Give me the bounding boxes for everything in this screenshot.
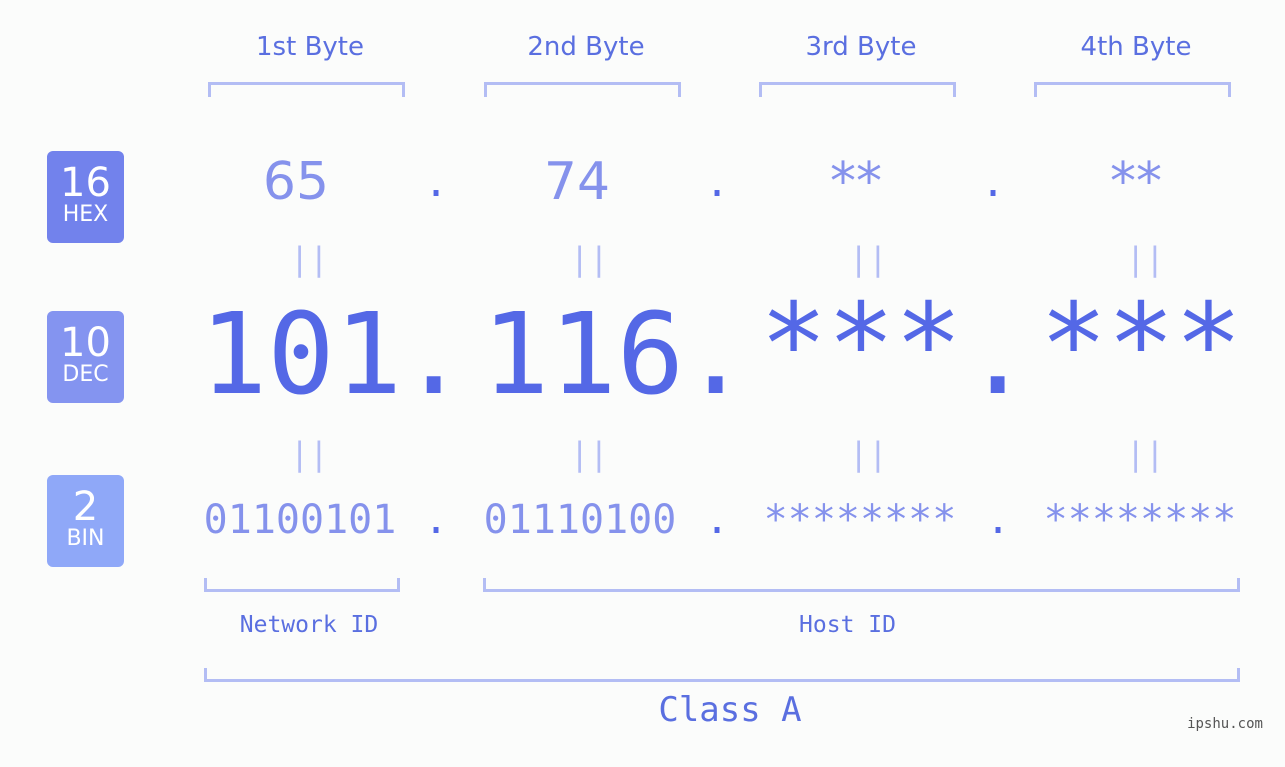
hex-separator-1: . bbox=[424, 160, 449, 206]
equals-sign: || bbox=[570, 435, 609, 473]
equals-sign: || bbox=[849, 240, 888, 278]
host-id-label: Host ID bbox=[799, 612, 896, 638]
byte-header-2: 2nd Byte bbox=[527, 32, 645, 62]
bin-separator-1: . bbox=[424, 497, 449, 543]
hex-byte-4: ** bbox=[1110, 152, 1162, 212]
dec-base-number: 10 bbox=[60, 320, 111, 366]
bin-separator-2: . bbox=[705, 497, 730, 543]
equals-sign: || bbox=[1126, 435, 1165, 473]
equals-sign: || bbox=[849, 435, 888, 473]
dec-separator-3: . bbox=[964, 290, 1032, 420]
bin-separator-3: . bbox=[986, 497, 1011, 543]
bin-base-number: 2 bbox=[72, 484, 99, 530]
dec-separator-1: . bbox=[400, 290, 468, 420]
hex-separator-3: . bbox=[981, 160, 1006, 206]
network-id-bracket bbox=[204, 578, 400, 592]
equals-sign: || bbox=[290, 240, 329, 278]
dec-base-badge: 10 DEC bbox=[47, 311, 124, 403]
bin-base-label: BIN bbox=[66, 526, 105, 551]
bin-byte-1: 01100101 bbox=[203, 497, 397, 543]
bin-byte-2: 01110100 bbox=[483, 497, 677, 543]
byte-header-1: 1st Byte bbox=[256, 32, 364, 62]
watermark: ipshu.com bbox=[1187, 716, 1263, 732]
bin-byte-3: ******** bbox=[763, 497, 957, 543]
hex-separator-2: . bbox=[705, 160, 730, 206]
hex-byte-1: 65 bbox=[262, 152, 330, 212]
hex-byte-2: 74 bbox=[543, 152, 611, 212]
hex-base-number: 16 bbox=[60, 160, 111, 206]
byte-header-4: 4th Byte bbox=[1080, 32, 1192, 62]
dec-separator-2: . bbox=[682, 290, 750, 420]
equals-sign: || bbox=[570, 240, 609, 278]
network-id-label: Network ID bbox=[239, 612, 379, 638]
byte-bracket-3 bbox=[759, 82, 956, 97]
class-label: Class A bbox=[658, 690, 802, 730]
byte-header-3: 3rd Byte bbox=[805, 32, 917, 62]
hex-byte-3: ** bbox=[830, 152, 882, 212]
bin-byte-4: ******** bbox=[1043, 497, 1237, 543]
byte-bracket-2 bbox=[484, 82, 681, 97]
host-id-bracket bbox=[483, 578, 1240, 592]
byte-bracket-4 bbox=[1034, 82, 1231, 97]
equals-sign: || bbox=[1126, 240, 1165, 278]
dec-byte-4: *** bbox=[1039, 280, 1243, 410]
hex-base-label: HEX bbox=[62, 202, 109, 227]
byte-bracket-1 bbox=[208, 82, 405, 97]
equals-sign: || bbox=[290, 435, 329, 473]
hex-base-badge: 16 HEX bbox=[47, 151, 124, 243]
bin-base-badge: 2 BIN bbox=[47, 475, 124, 567]
class-bracket bbox=[204, 668, 1240, 682]
dec-base-label: DEC bbox=[62, 362, 109, 387]
